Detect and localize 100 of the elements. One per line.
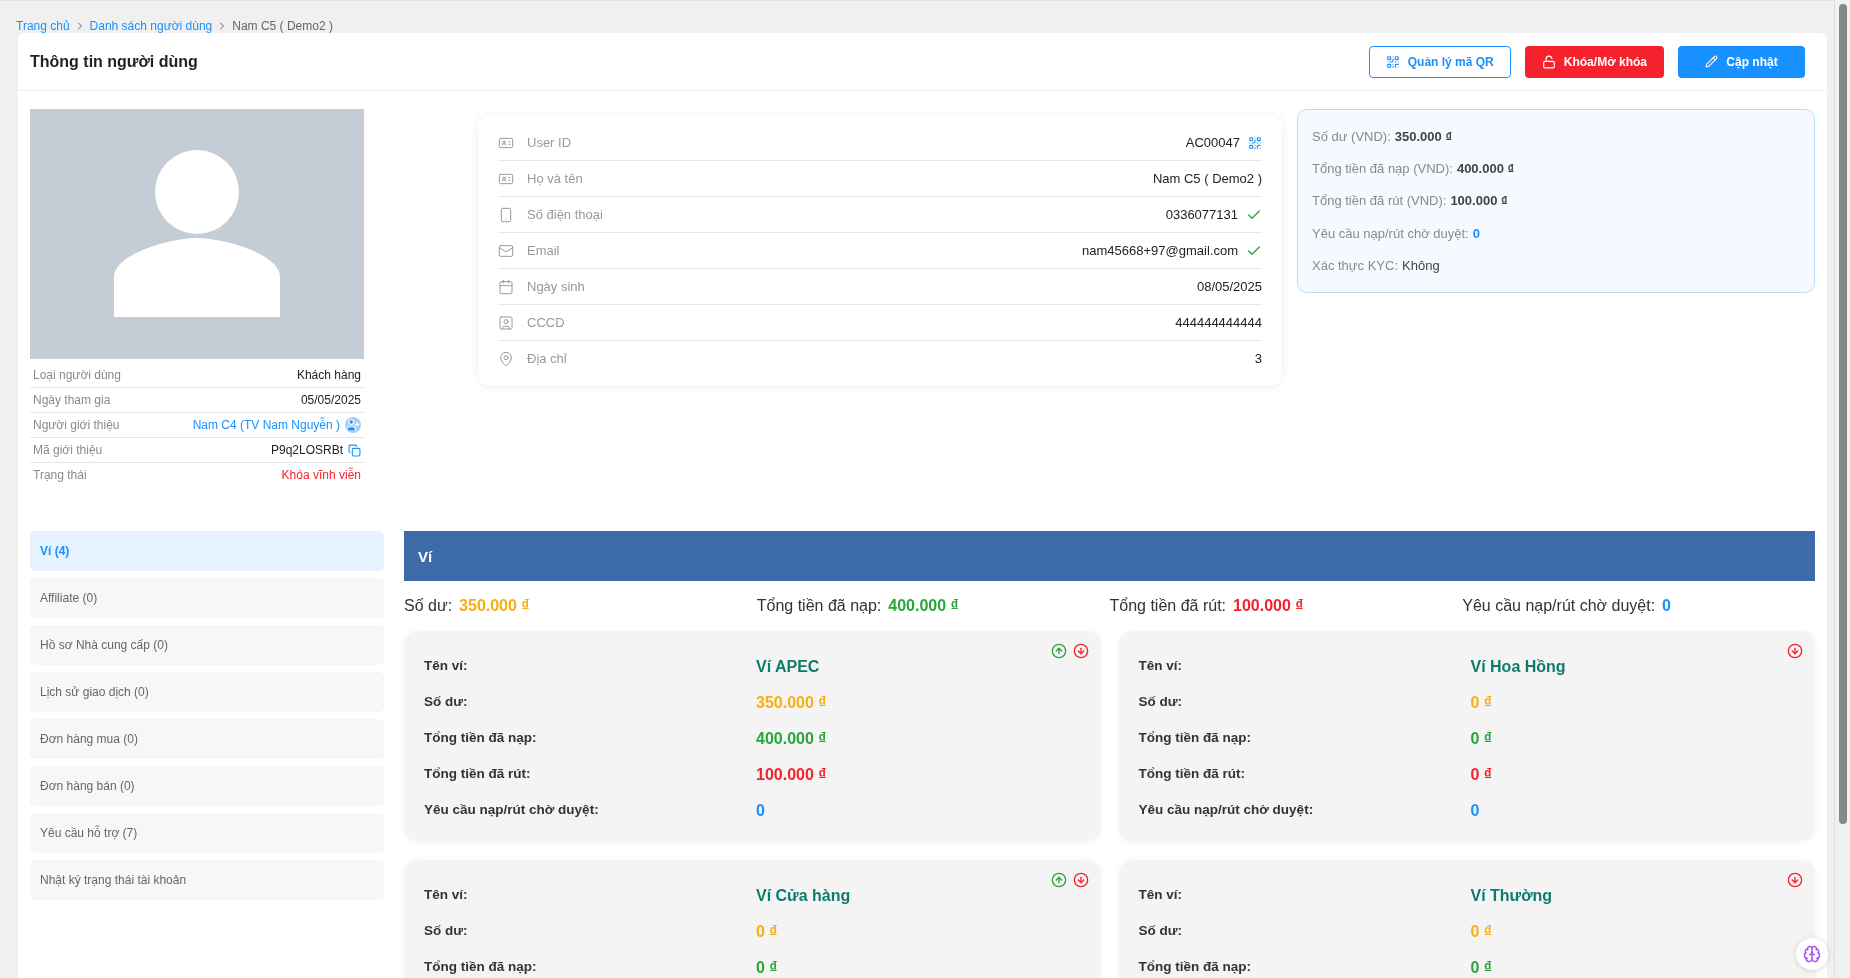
wallet-field-value: 100.000 ₫ [756,766,828,784]
mail-icon [498,242,514,259]
wallet-field-label: Số dư: [1138,693,1184,709]
wallet-field-value: 0 ₫ [1470,694,1494,712]
side-tab[interactable]: Hồ sơ Nhà cung cấp (0) [30,625,384,665]
qr-code-icon [1385,54,1400,69]
wallet-field-value: 350.000 ₫ [756,694,828,712]
wallet-field-label: Số dư: [424,922,469,938]
arrow-up-circle-icon[interactable] [1050,872,1067,888]
qr-manage-button[interactable]: Quản lý mã QR [1368,45,1511,78]
summary-label: Xác thực KYC: [1312,258,1398,274]
side-tab[interactable]: Affiliate (0) [30,578,384,618]
calendar-icon [498,278,514,295]
side-tab[interactable]: Đơn hàng bán (0) [30,766,384,806]
field-value: nam45668+97@gmail.com [1082,243,1238,258]
contact-card-icon [498,314,514,331]
arrow-up-circle-icon[interactable] [1050,643,1067,659]
field-value: 0336077131 [1165,207,1238,222]
total-value: 400.000 ₫ [888,597,959,615]
arrow-down-circle-icon[interactable] [1787,643,1803,659]
total-value: 100.000 ₫ [1233,597,1304,615]
breadcrumb-link[interactable]: Nam C5 ( Demo2 ) [232,19,333,33]
wallet-field-label: Tổng tiền đã nạp: [424,958,538,974]
wallet-field-value: 0 ₫ [1470,730,1494,748]
summary-value: 400.000 ₫ [1456,161,1515,177]
wallet-title: Ví [418,547,433,565]
wallet-field-value: 0 ₫ [1470,923,1494,941]
wallet-field-label: Số dư: [424,693,469,709]
wallet-field-label: Yêu cầu nạp/rút chờ duyệt: [1138,801,1315,817]
wallet-field-label: Tổng tiền đã nạp: [424,729,538,745]
wallet-field-label: Tên ví: [424,657,469,673]
total-label: Số dư: [404,597,453,615]
side-tab[interactable]: Đơn hàng mua (0) [30,719,384,759]
user-plus-icon[interactable] [345,417,361,433]
lock-icon [1541,54,1556,69]
wallet-field-label: Tên ví: [1138,886,1183,902]
field-value: P9q2LOSRBt [270,443,343,457]
wallet-field-value: Ví Hoa Hồng [1470,658,1567,676]
field-value: 08/05/2025 [1196,279,1262,294]
update-button[interactable]: Cập nhật [1678,45,1805,78]
arrow-down-circle-icon[interactable] [1787,872,1803,888]
field-label: CCCD [527,315,566,330]
qr-code-icon[interactable] [1248,135,1262,150]
field-value: Nam C5 ( Demo2 ) [1152,171,1262,186]
brain-icon [1803,945,1821,963]
arrow-down-circle-icon[interactable] [1072,643,1089,659]
summary-label: Số dư (VND): [1312,128,1391,144]
field-label: Địa chỉ [527,351,568,366]
wallet-field-value: Ví APEC [756,658,821,676]
side-tab[interactable]: Ví (4) [30,531,384,571]
summary-label: Tổng tiền đã nạp (VND): [1312,161,1453,177]
breadcrumb-link[interactable]: Danh sách người dùng [89,19,213,33]
summary-value: 0 [1472,225,1480,241]
field-label: Mã giới thiệu [33,443,103,457]
field-label: User ID [527,135,573,150]
summary-value: 100.000 ₫ [1450,193,1508,209]
total-label: Tổng tiền đã rút: [1109,597,1226,615]
wallet-field-label: Tổng tiền đã rút: [424,765,532,781]
wallet-field-value: 0 ₫ [756,923,779,941]
referrer-link[interactable]: Nam C4 (TV Nam Nguyễn ) [192,418,340,432]
lock-button[interactable]: Khóa/Mở khóa [1524,45,1664,78]
wallet-field-label: Số dư: [1138,922,1184,938]
total-label: Yêu cầu nạp/rút chờ duyệt: [1462,597,1656,615]
arrow-down-circle-icon[interactable] [1072,872,1089,888]
field-value: 3 [1254,351,1262,366]
wallet-field-value: 0 ₫ [756,959,779,977]
page-title: Thông tin người dùng [30,52,198,71]
field-label: Loại người dùng [33,368,121,382]
field-value: AC00047 [1185,135,1240,150]
field-value: Khách hàng [296,368,361,382]
side-tab[interactable]: Nhật ký trạng thái tài khoản [30,860,384,900]
wallet-field-value: Ví Thường [1470,887,1554,905]
field-label: Số điện thoại [527,207,604,222]
side-tab[interactable]: Yêu cầu hỗ trợ (7) [30,813,384,853]
field-label: Người giới thiệu [33,418,120,432]
side-tab[interactable]: Lịch sử giao dịch (0) [30,672,384,712]
wallet-field-label: Tên ví: [424,886,469,902]
field-value: Khóa vĩnh viễn [281,468,361,482]
wallet-field-value: 0 [756,802,766,820]
total-value: 350.000 ₫ [459,597,530,615]
wallet-field-label: Yêu cầu nạp/rút chờ duyệt: [424,801,600,817]
wallet-field-value: 0 ₫ [1470,766,1494,784]
field-value: 05/05/2025 [300,393,361,407]
wallet-field-label: Tổng tiền đã nạp: [1138,729,1252,745]
scrollbar[interactable] [1838,4,1847,824]
wallet-field-value: 0 ₫ [1470,959,1494,977]
field-label: Ngày tham gia [33,393,111,407]
wallet-field-value: Ví Cửa hàng [756,887,852,905]
wallet-field-value: 0 [1470,802,1481,820]
wallet-field-value: 400.000 ₫ [756,730,828,748]
summary-value: 350.000 ₫ [1394,128,1453,144]
field-label: Ngày sinh [527,279,586,294]
total-value: 0 [1662,597,1671,615]
summary-label: Yêu cầu nạp/rút chờ duyệt: [1312,225,1469,241]
wallet-field-label: Tên ví: [1138,657,1183,673]
total-label: Tổng tiền đã nạp: [756,597,882,615]
field-label: Trạng thái [33,468,87,482]
breadcrumb-link[interactable]: Trang chủ [16,19,70,33]
copy-icon[interactable] [348,443,361,457]
field-label: Họ và tên [527,171,584,186]
